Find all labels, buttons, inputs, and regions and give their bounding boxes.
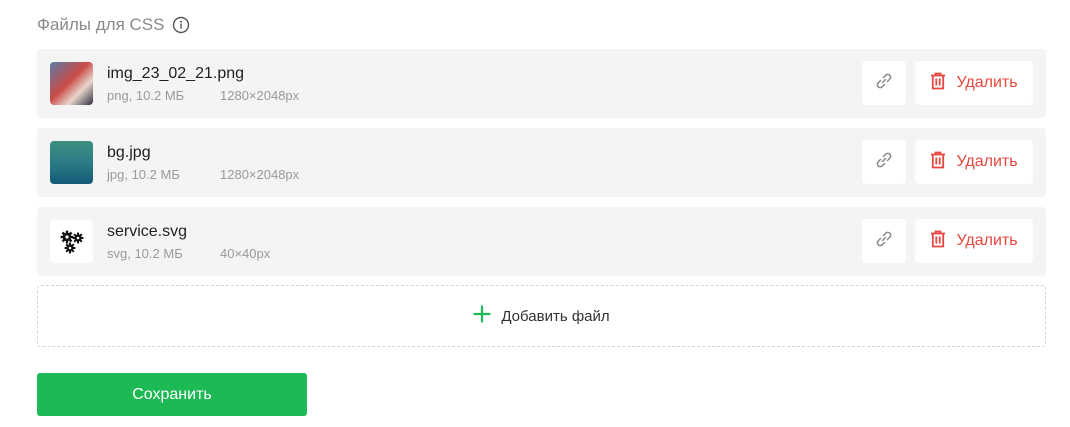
file-thumbnail-photo [50,62,93,105]
file-type-size: png, 10.2 МБ [107,88,185,103]
file-dimensions: 40×40px [220,246,271,261]
link-icon [874,229,894,254]
delete-label: Удалить [956,153,1018,170]
file-meta: png, 10.2 МБ 1280×2048px [107,88,299,103]
file-thumbnail-gradient [50,141,93,184]
file-name: service.svg [107,223,188,240]
file-dimensions: 1280×2048px [220,167,300,182]
save-label: Сохранить [132,385,212,403]
plus-icon [473,304,491,328]
trash-icon [930,230,946,253]
link-icon [874,150,894,175]
gears-icon [50,220,93,263]
trash-icon [930,72,946,95]
section-title: Файлы для CSS [37,15,165,34]
file-meta: svg, 10.2 МБ 40×40px [107,246,270,261]
file-type-size: svg, 10.2 МБ [107,246,183,261]
link-icon [874,71,894,96]
copy-link-button[interactable] [862,140,906,184]
delete-button[interactable]: Удалить [915,219,1033,263]
delete-label: Удалить [956,232,1018,249]
info-circle-icon[interactable] [172,16,190,34]
file-row: bg.jpg jpg, 10.2 МБ 1280×2048px Удалить [37,128,1046,197]
trash-icon [930,151,946,174]
file-type-size: jpg, 10.2 МБ [107,167,180,182]
add-file-button[interactable]: Добавить файл [37,285,1046,347]
add-file-label: Добавить файл [501,307,610,325]
file-list: img_23_02_21.png png, 10.2 МБ 1280×2048p… [37,49,1046,286]
file-name: img_23_02_21.png [107,65,245,82]
file-row: img_23_02_21.png png, 10.2 МБ 1280×2048p… [37,49,1046,118]
file-name: bg.jpg [107,144,151,161]
delete-button[interactable]: Удалить [915,61,1033,105]
delete-button[interactable]: Удалить [915,140,1033,184]
copy-link-button[interactable] [862,61,906,105]
save-button[interactable]: Сохранить [37,373,307,416]
copy-link-button[interactable] [862,219,906,263]
section-header: Файлы для CSS [37,14,190,36]
file-row: service.svg svg, 10.2 МБ 40×40px Удалить [37,207,1046,276]
file-dimensions: 1280×2048px [220,88,300,103]
delete-label: Удалить [956,74,1018,91]
file-meta: jpg, 10.2 МБ 1280×2048px [107,167,299,182]
